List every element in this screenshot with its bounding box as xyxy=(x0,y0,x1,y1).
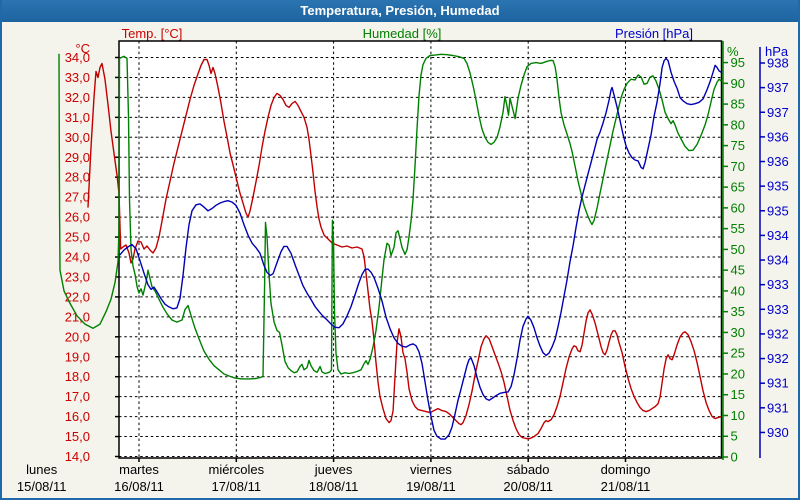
svg-text:lunes: lunes xyxy=(26,462,58,477)
svg-text:miércoles: miércoles xyxy=(208,462,264,477)
svg-text:50: 50 xyxy=(731,242,745,257)
app-window: Temperatura, Presión, Humedad Temp. [°C]… xyxy=(0,0,800,500)
svg-text:936: 936 xyxy=(767,154,789,169)
svg-text:938: 938 xyxy=(767,56,789,71)
svg-text:85: 85 xyxy=(731,97,745,112)
svg-text:0: 0 xyxy=(731,450,738,465)
svg-text:70: 70 xyxy=(731,159,745,174)
svg-text:75: 75 xyxy=(731,138,745,153)
svg-text:931: 931 xyxy=(767,376,789,391)
svg-text:27,0: 27,0 xyxy=(65,190,90,205)
svg-text:19/08/11: 19/08/11 xyxy=(406,479,456,494)
svg-text:80: 80 xyxy=(731,117,745,132)
svg-text:936: 936 xyxy=(767,129,789,144)
svg-text:25: 25 xyxy=(731,346,745,361)
svg-text:18,0: 18,0 xyxy=(65,369,90,384)
svg-text:15/08/11: 15/08/11 xyxy=(17,479,67,494)
svg-text:45: 45 xyxy=(731,263,745,278)
svg-text:90: 90 xyxy=(731,76,745,91)
svg-text:jueves: jueves xyxy=(314,462,353,477)
svg-text:35: 35 xyxy=(731,304,745,319)
svg-text:25,0: 25,0 xyxy=(65,230,90,245)
svg-text:20/08/11: 20/08/11 xyxy=(503,479,553,494)
svg-text:29,0: 29,0 xyxy=(65,150,90,165)
svg-text:60: 60 xyxy=(731,200,745,215)
svg-text:935: 935 xyxy=(767,203,789,218)
svg-text:933: 933 xyxy=(767,277,789,292)
svg-text:28,0: 28,0 xyxy=(65,170,90,185)
svg-text:17/08/11: 17/08/11 xyxy=(211,479,261,494)
svg-text:934: 934 xyxy=(767,253,789,268)
svg-text:932: 932 xyxy=(767,326,789,341)
svg-text:934: 934 xyxy=(767,228,789,243)
svg-text:65: 65 xyxy=(731,180,745,195)
svg-text:16/08/11: 16/08/11 xyxy=(114,479,164,494)
svg-text:937: 937 xyxy=(767,80,789,95)
svg-text:10: 10 xyxy=(731,408,745,423)
svg-text:20,0: 20,0 xyxy=(65,329,90,344)
day-axis-labels: lunes 15/08/11 martes 16/08/11 miércoles 17/0… xyxy=(17,462,651,494)
svg-text:23,0: 23,0 xyxy=(65,269,90,284)
svg-text:5: 5 xyxy=(731,429,738,444)
svg-text:31,0: 31,0 xyxy=(65,110,90,125)
svg-text:33,0: 33,0 xyxy=(65,70,90,85)
svg-text:30: 30 xyxy=(731,325,745,340)
pressure-axis: 938 937 937 936 936 935 935 934 934 933 933 932 932 9… xyxy=(760,47,789,458)
svg-text:15,0: 15,0 xyxy=(65,429,90,444)
svg-text:viernes: viernes xyxy=(410,462,452,477)
svg-text:930: 930 xyxy=(767,425,789,440)
svg-text:sábado: sábado xyxy=(507,462,550,477)
svg-text:17,0: 17,0 xyxy=(65,389,90,404)
svg-text:935: 935 xyxy=(767,179,789,194)
svg-text:937: 937 xyxy=(767,105,789,120)
svg-text:19,0: 19,0 xyxy=(65,349,90,364)
svg-text:26,0: 26,0 xyxy=(65,210,90,225)
svg-text:932: 932 xyxy=(767,351,789,366)
temp-axis-labels: 34,0 33,0 32,0 31,0 30,0 29,0 28,0 27,0 26,0 25,0… xyxy=(65,50,90,464)
humidity-axis: 95908580757065605550454035302520151050 xyxy=(723,41,745,465)
svg-text:34,0: 34,0 xyxy=(65,50,90,65)
svg-text:15: 15 xyxy=(731,387,745,402)
svg-text:domingo: domingo xyxy=(601,462,651,477)
svg-text:16,0: 16,0 xyxy=(65,409,90,424)
svg-text:18/08/11: 18/08/11 xyxy=(309,479,359,494)
svg-text:30,0: 30,0 xyxy=(65,130,90,145)
svg-text:32,0: 32,0 xyxy=(65,90,90,105)
svg-text:24,0: 24,0 xyxy=(65,250,90,265)
svg-text:95: 95 xyxy=(731,55,745,70)
chart-plot: 34,0 33,0 32,0 31,0 30,0 29,0 28,0 27,0 26,0 25,0… xyxy=(2,0,800,500)
svg-text:40: 40 xyxy=(731,283,745,298)
svg-text:20: 20 xyxy=(731,366,745,381)
svg-text:14,0: 14,0 xyxy=(65,449,90,464)
svg-text:55: 55 xyxy=(731,221,745,236)
svg-text:21/08/11: 21/08/11 xyxy=(601,479,651,494)
svg-text:martes: martes xyxy=(119,462,159,477)
svg-text:931: 931 xyxy=(767,400,789,415)
svg-text:933: 933 xyxy=(767,302,789,317)
svg-text:22,0: 22,0 xyxy=(65,289,90,304)
